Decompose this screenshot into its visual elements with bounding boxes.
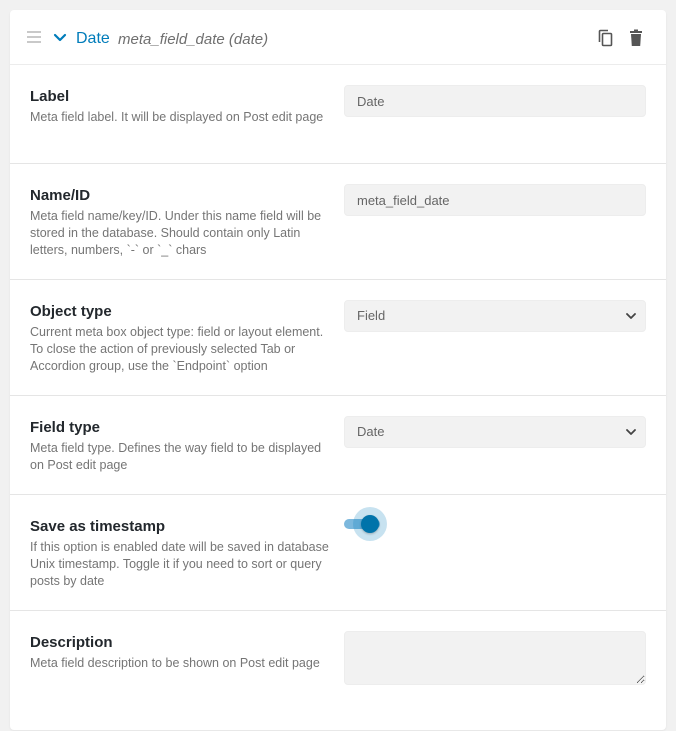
field-type-selected: Date xyxy=(357,424,385,439)
save-as-timestamp-title: Save as timestamp xyxy=(30,518,166,535)
field-meta-name: meta_field_date (date) xyxy=(118,31,269,48)
description-textarea[interactable] xyxy=(344,631,646,685)
chevron-down-icon xyxy=(626,429,636,435)
description-row: Description Meta field description to be… xyxy=(10,611,666,731)
object-type-row-text: Object type Current meta box object type… xyxy=(30,302,330,375)
save-as-timestamp-toggle[interactable] xyxy=(344,507,390,541)
label-title: Label xyxy=(30,88,70,105)
name-id-title: Name/ID xyxy=(30,187,91,204)
drag-handle-icon[interactable] xyxy=(27,31,41,43)
object-type-description: Current meta box object type: field or l… xyxy=(30,325,324,373)
name-id-description: Meta field name/key/ID. Under this name … xyxy=(30,209,322,257)
description-title: Description xyxy=(30,634,113,651)
description-description: Meta field description to be shown on Po… xyxy=(30,656,320,670)
chevron-down-icon[interactable] xyxy=(53,31,67,45)
name-id-input[interactable] xyxy=(344,184,646,216)
field-title[interactable]: Date xyxy=(76,29,110,49)
field-type-description: Meta field type. Defines the way field t… xyxy=(30,441,322,472)
name-id-row-text: Name/ID Meta field name/key/ID. Under th… xyxy=(30,186,330,259)
save-as-timestamp-row-text: Save as timestamp If this option is enab… xyxy=(30,517,330,590)
copy-icon[interactable] xyxy=(596,28,616,48)
object-type-selected: Field xyxy=(357,308,386,323)
object-type-select[interactable]: Field xyxy=(344,300,646,332)
object-type-title: Object type xyxy=(30,303,112,320)
save-as-timestamp-row: Save as timestamp If this option is enab… xyxy=(10,495,666,611)
label-row: Label Meta field label. It will be displ… xyxy=(10,65,666,164)
chevron-down-icon xyxy=(626,313,636,319)
label-input[interactable] xyxy=(344,85,646,117)
field-type-row-text: Field type Meta field type. Defines the … xyxy=(30,418,330,474)
toggle-knob[interactable] xyxy=(361,515,379,533)
field-type-select[interactable]: Date xyxy=(344,416,646,448)
label-row-text: Label Meta field label. It will be displ… xyxy=(30,87,330,126)
description-row-text: Description Meta field description to be… xyxy=(30,633,330,672)
field-type-title: Field type xyxy=(30,419,101,436)
object-type-row: Object type Current meta box object type… xyxy=(10,280,666,396)
field-type-row: Field type Meta field type. Defines the … xyxy=(10,396,666,495)
field-header[interactable]: Date meta_field_date (date) xyxy=(10,10,666,65)
trash-icon[interactable] xyxy=(626,28,646,48)
name-id-row: Name/ID Meta field name/key/ID. Under th… xyxy=(10,164,666,280)
save-as-timestamp-description: If this option is enabled date will be s… xyxy=(30,540,329,588)
meta-field-card: Date meta_field_date (date) Label Meta f… xyxy=(10,10,666,730)
label-description: Meta field label. It will be displayed o… xyxy=(30,110,324,124)
